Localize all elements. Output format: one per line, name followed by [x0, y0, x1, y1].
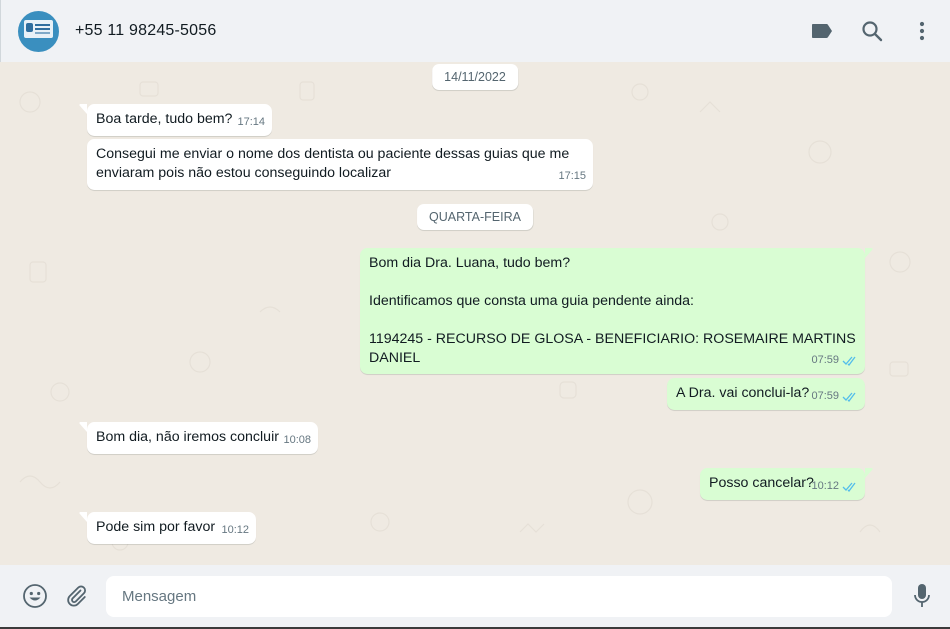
message-text: Bom dia Dra. Luana, tudo bem? Identifica… [369, 255, 856, 366]
message-text: Bom dia, não iremos concluir [96, 429, 279, 445]
message-time: 17:15 [558, 170, 586, 182]
incoming-message[interactable]: Bom dia, não iremos concluir 10:08 [79, 422, 318, 454]
chat-header: +55 11 98245-5056 [0, 0, 950, 62]
more-vert-icon[interactable] [909, 18, 935, 44]
message-text: Posso cancelar? [709, 475, 814, 491]
contact-name[interactable]: +55 11 98245-5056 [75, 22, 216, 40]
emoji-icon[interactable] [22, 583, 48, 609]
message-time: 10:08 [283, 434, 311, 446]
message-meta: 07:59 [811, 351, 858, 370]
message-text: Consegui me enviar o nome dos dentista o… [96, 146, 570, 181]
attach-icon[interactable] [63, 583, 89, 609]
contact-avatar[interactable] [18, 11, 59, 52]
read-ticks-icon [842, 356, 856, 366]
chat-area[interactable]: 14/11/2022 Boa tarde, tudo bem? 17:14 Co… [0, 62, 950, 565]
bubble-tail [79, 512, 87, 522]
label-icon[interactable] [809, 18, 835, 44]
message-input[interactable] [106, 576, 892, 617]
avatar-logo-image [24, 20, 53, 38]
outgoing-message[interactable]: A Dra. vai conclui-la? 07:59 [667, 378, 865, 410]
compose-bar [0, 565, 950, 627]
date-separator: 14/11/2022 [432, 64, 518, 90]
incoming-message[interactable]: Pode sim por favor 10:12 [79, 512, 256, 544]
bubble-tail [865, 468, 873, 478]
message-meta: 10:12 [221, 521, 249, 540]
date-separator: QUARTA-FEIRA [417, 204, 533, 230]
outgoing-message[interactable]: Bom dia Dra. Luana, tudo bem? Identifica… [360, 248, 873, 374]
message-time: 17:14 [237, 116, 265, 128]
message-text: A Dra. vai conclui-la? [676, 385, 810, 401]
bubble-tail [865, 248, 873, 258]
message-meta: 10:12 [811, 477, 858, 496]
incoming-message[interactable]: Consegui me enviar o nome dos dentista o… [87, 139, 593, 190]
microphone-icon[interactable] [909, 583, 935, 609]
message-time: 10:12 [811, 480, 839, 492]
bubble-tail [79, 104, 87, 114]
message-meta: 17:15 [558, 167, 586, 186]
incoming-message[interactable]: Boa tarde, tudo bem? 17:14 [79, 104, 272, 136]
message-meta: 10:08 [283, 431, 311, 450]
message-text: Pode sim por favor [96, 519, 216, 535]
bubble-tail [79, 422, 87, 432]
message-time: 07:59 [811, 390, 839, 402]
message-meta: 17:14 [237, 113, 265, 132]
read-ticks-icon [842, 392, 856, 402]
search-icon[interactable] [859, 18, 885, 44]
read-ticks-icon [842, 482, 856, 492]
message-time: 10:12 [221, 524, 249, 536]
outgoing-message[interactable]: Posso cancelar? 10:12 [700, 468, 873, 500]
message-time: 07:59 [811, 354, 839, 366]
message-text: Boa tarde, tudo bem? [96, 111, 233, 127]
message-meta: 07:59 [811, 387, 858, 406]
